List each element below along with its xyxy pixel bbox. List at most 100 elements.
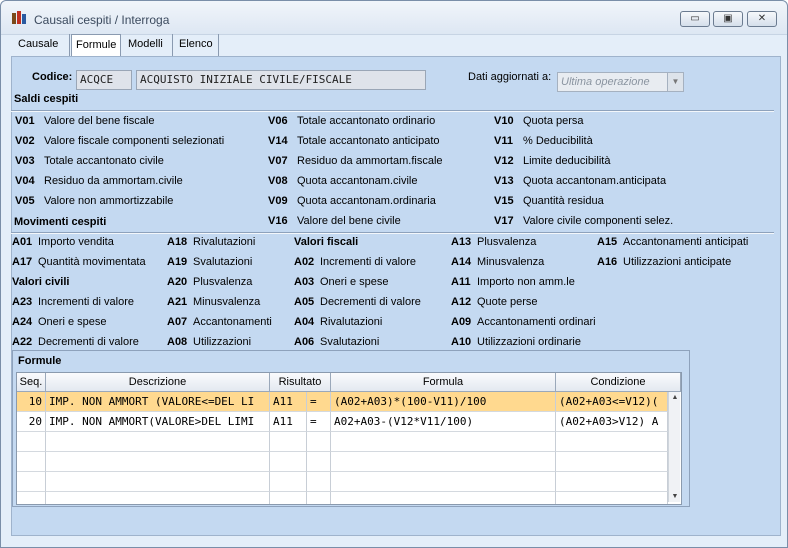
legend-label: Utilizzazioni: [193, 336, 252, 348]
tab-modelli[interactable]: Modelli: [124, 34, 173, 56]
empty-cell[interactable]: [46, 472, 270, 492]
legend-label: Svalutazioni: [320, 336, 380, 348]
vertical-scrollbar[interactable]: ▲ ▼: [668, 392, 680, 502]
legend-label: Totale accantonato anticipato: [297, 135, 440, 147]
code-label: V14: [268, 135, 288, 147]
empty-cell[interactable]: [331, 492, 556, 504]
legend-label: Utilizzazioni anticipate: [623, 256, 732, 268]
empty-cell[interactable]: [556, 452, 668, 472]
code-label: V16: [268, 215, 288, 227]
cell-seq[interactable]: 10: [17, 392, 46, 412]
empty-cell[interactable]: [46, 452, 270, 472]
legend-label: Plusvalenza: [477, 236, 537, 248]
legend-label: Valore fiscale componenti selezionati: [44, 135, 225, 147]
movimenti-title: Movimenti cespiti: [14, 216, 107, 228]
code-label: A18: [167, 236, 188, 248]
title-bar: Causali cespiti / Interroga ▭ ▣ ✕: [1, 1, 787, 35]
tab-formule[interactable]: Formule: [71, 34, 121, 57]
empty-cell[interactable]: [307, 472, 331, 492]
divider: [11, 232, 774, 234]
empty-cell[interactable]: [17, 452, 46, 472]
legend-label: Quantità movimentata: [38, 256, 146, 268]
legend-label: Valore del bene civile: [297, 215, 401, 227]
empty-cell[interactable]: [17, 432, 46, 452]
legend-label: Quota accantonam.civile: [297, 175, 418, 187]
legend-label: Quota persa: [523, 115, 584, 127]
empty-cell[interactable]: [270, 452, 307, 472]
maximize-button[interactable]: ▣: [713, 11, 743, 27]
code-label: A11: [451, 276, 471, 288]
empty-cell[interactable]: [307, 432, 331, 452]
cell-operator[interactable]: =: [307, 412, 331, 432]
empty-cell[interactable]: [331, 432, 556, 452]
code-label: V05: [15, 195, 35, 207]
cell-risultato[interactable]: A11: [270, 412, 307, 432]
empty-cell[interactable]: [556, 472, 668, 492]
legend-label: Incrementi di valore: [38, 296, 134, 308]
cell-descrizione[interactable]: IMP. NON AMMORT (VALORE<=DEL LI: [46, 392, 270, 412]
main-window: Causali cespiti / Interroga ▭ ▣ ✕ Causal…: [0, 0, 788, 548]
empty-cell[interactable]: [270, 472, 307, 492]
legend-label: Valore civile componenti selez.: [523, 215, 674, 227]
formule-title: Formule: [18, 355, 62, 367]
formule-grid[interactable]: Seq. Descrizione Risultato Formula Condi…: [16, 372, 682, 505]
window-title: Causali cespiti / Interroga: [34, 13, 170, 27]
legend-label: Incrementi di valore: [320, 256, 416, 268]
empty-cell[interactable]: [556, 492, 668, 504]
empty-cell[interactable]: [307, 492, 331, 504]
empty-cell[interactable]: [17, 472, 46, 492]
column-header-formula[interactable]: Formula: [331, 373, 556, 392]
cell-descrizione[interactable]: IMP. NON AMMORT(VALORE>DEL LIMI: [46, 412, 270, 432]
legend-label: Minusvalenza: [193, 296, 261, 308]
chevron-down-icon[interactable]: ▼: [667, 73, 683, 91]
column-header-risultato[interactable]: Risultato: [270, 373, 331, 392]
empty-cell[interactable]: [331, 472, 556, 492]
column-header-descrizione[interactable]: Descrizione: [46, 373, 270, 392]
dati-aggiornati-select[interactable]: Ultima operazione ▼: [557, 72, 684, 92]
code-label: V10: [494, 115, 514, 127]
empty-cell[interactable]: [46, 492, 270, 504]
legend-label: Utilizzazioni ordinarie: [477, 336, 581, 348]
cell-formula[interactable]: (A02+A03)*(100-V11)/100: [331, 392, 556, 412]
code-label: A24: [12, 316, 33, 328]
codice-field[interactable]: ACQCE: [76, 70, 132, 90]
legend-label: Totale accantonato ordinario: [297, 115, 436, 127]
empty-cell[interactable]: [270, 492, 307, 504]
minimize-button[interactable]: ▭: [680, 11, 710, 27]
legend-label: Limite deducibilità: [523, 155, 611, 167]
empty-cell[interactable]: [46, 432, 270, 452]
scroll-up-icon[interactable]: ▲: [669, 394, 681, 401]
cell-formula[interactable]: A02+A03-(V12*V11/100): [331, 412, 556, 432]
empty-cell[interactable]: [556, 432, 668, 452]
code-label: V17: [494, 215, 514, 227]
code-label: V08: [268, 175, 288, 187]
cell-seq[interactable]: 20: [17, 412, 46, 432]
legend-label: Accantonamenti: [193, 316, 272, 328]
cell-condizione[interactable]: (A02+A03>V12) A: [556, 412, 668, 432]
tab-causale[interactable]: Causale: [14, 34, 70, 56]
legend-label: % Deducibilità: [523, 135, 593, 147]
legend-label: Valore non ammortizzabile: [44, 195, 174, 207]
code-label: V09: [268, 195, 288, 207]
legend-label: Minusvalenza: [477, 256, 545, 268]
descrizione-field[interactable]: ACQUISTO INIZIALE CIVILE/FISCALE: [136, 70, 426, 90]
empty-cell[interactable]: [331, 452, 556, 472]
tab-elenco[interactable]: Elenco: [175, 34, 219, 56]
code-label: V11: [494, 135, 513, 147]
cell-operator[interactable]: =: [307, 392, 331, 412]
column-header-condizione[interactable]: Condizione: [556, 373, 681, 392]
cell-risultato[interactable]: A11: [270, 392, 307, 412]
valori-civili-title: Valori civili: [12, 276, 70, 288]
empty-cell[interactable]: [307, 452, 331, 472]
legend-label: Quantità residua: [523, 195, 604, 207]
column-header-seq[interactable]: Seq.: [17, 373, 46, 392]
code-label: A02: [294, 256, 315, 268]
code-label: A21: [167, 296, 188, 308]
empty-cell[interactable]: [270, 432, 307, 452]
cell-condizione[interactable]: (A02+A03<=V12)(: [556, 392, 668, 412]
empty-cell[interactable]: [17, 492, 46, 504]
scroll-down-icon[interactable]: ▼: [669, 493, 681, 500]
code-label: V15: [494, 195, 514, 207]
close-button[interactable]: ✕: [747, 11, 777, 27]
code-label: A10: [451, 336, 472, 348]
